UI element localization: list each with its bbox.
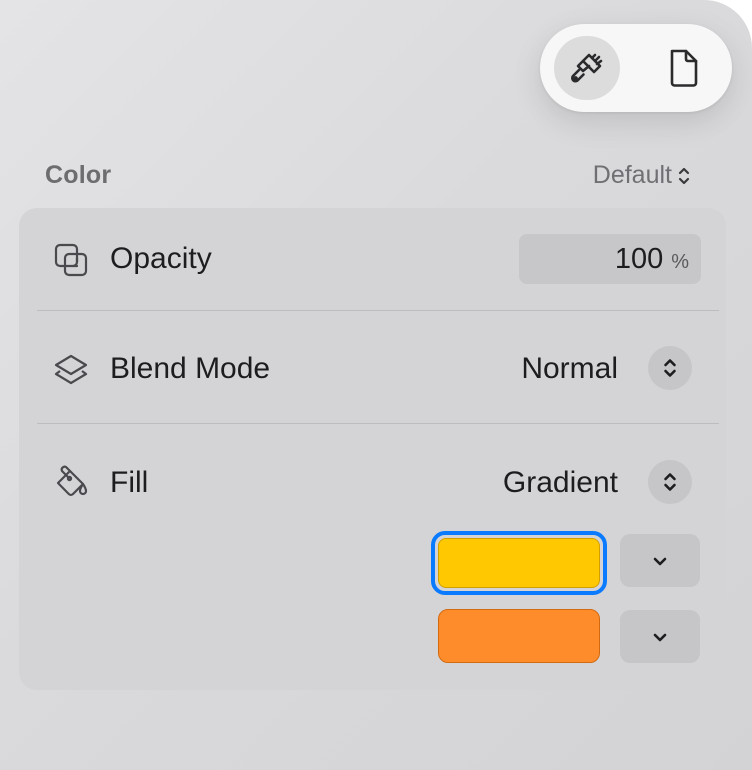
opacity-unit: % <box>671 250 689 273</box>
divider <box>37 310 719 311</box>
blend-mode-popup-button[interactable] <box>648 346 692 390</box>
format-button[interactable] <box>554 36 620 100</box>
color-settings-card: Opacity 100 % Blend Mode Normal Fill Gra… <box>19 208 726 690</box>
document-button[interactable] <box>650 36 716 100</box>
inspector-panel: Color Default Opacity 100 % Blend Mode N… <box>0 0 752 770</box>
fill-label: Fill <box>110 466 149 499</box>
gradient-stop-2-menu-button[interactable] <box>620 610 700 663</box>
opacity-value: 100 <box>614 242 664 275</box>
paint-bucket-icon <box>51 462 91 504</box>
chevron-up-down-icon <box>678 167 690 184</box>
chevron-down-icon <box>653 633 667 641</box>
document-icon <box>670 49 698 87</box>
fill-type-value[interactable]: Gradient <box>503 466 618 500</box>
divider <box>37 423 719 424</box>
blend-mode-value[interactable]: Normal <box>521 352 618 386</box>
chevron-up-down-icon <box>664 359 676 377</box>
opacity-label: Opacity <box>110 242 212 275</box>
fill-type-popup-button[interactable] <box>648 460 692 504</box>
paintbrush-icon <box>571 53 603 83</box>
chevron-down-icon <box>653 557 667 565</box>
inspector-toolbar <box>540 24 732 112</box>
opacity-field[interactable]: 100 % <box>519 234 701 284</box>
layers-icon <box>51 350 91 390</box>
blend-mode-label: Blend Mode <box>110 352 271 385</box>
chevron-up-down-icon <box>664 473 676 491</box>
gradient-stop-2-swatch[interactable] <box>438 609 600 663</box>
preset-label: Default <box>592 161 672 189</box>
gradient-stop-1-menu-button[interactable] <box>620 534 700 587</box>
opacity-icon <box>51 240 91 280</box>
color-preset-popup[interactable]: Default <box>593 161 690 190</box>
section-title-color: Color <box>45 161 112 189</box>
gradient-stop-1-color <box>438 538 600 588</box>
gradient-stop-1-swatch[interactable] <box>431 531 607 595</box>
